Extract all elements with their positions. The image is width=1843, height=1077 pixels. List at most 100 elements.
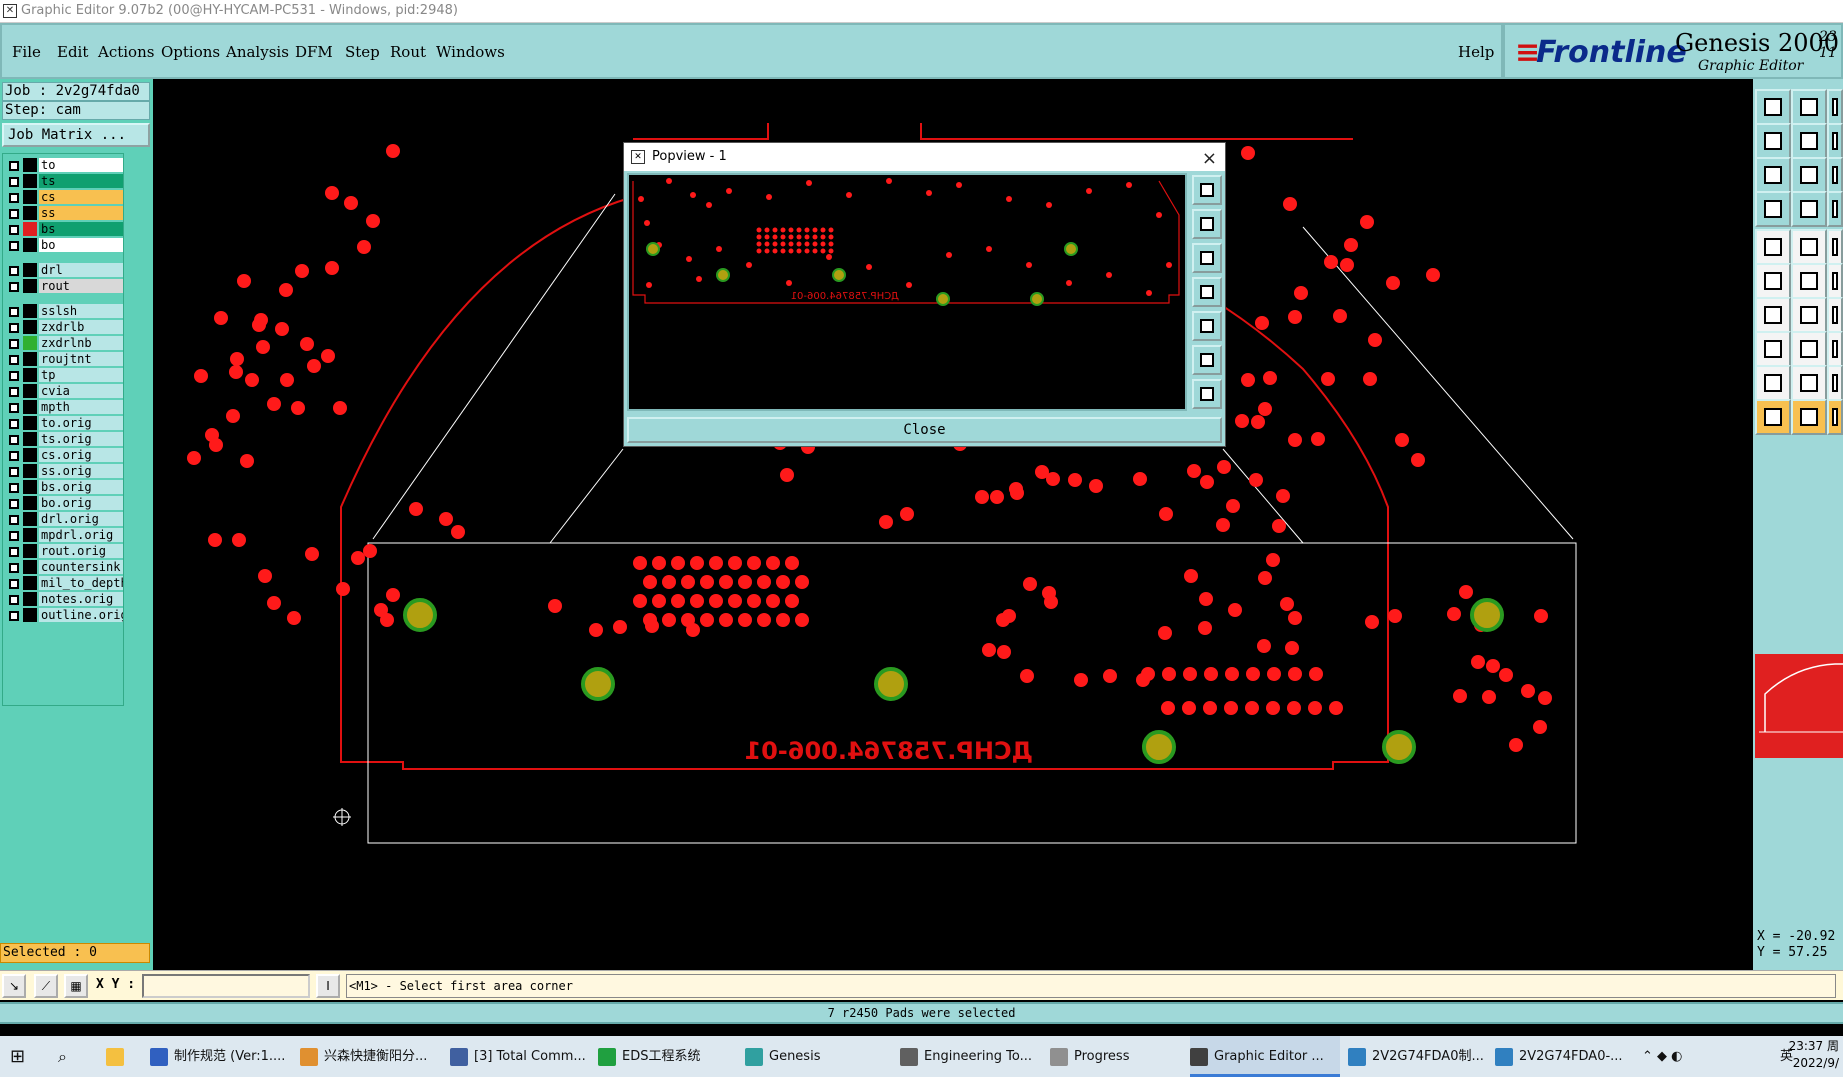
taskbar-item[interactable]: 2V2G74FDA0制... — [1348, 1036, 1488, 1077]
layer-row[interactable]: mil_to_depth — [3, 576, 124, 591]
overview-minimap[interactable] — [1755, 654, 1843, 758]
pan-right-button[interactable] — [1192, 311, 1222, 341]
snap-button-1[interactable] — [1791, 263, 1827, 299]
arc-tool-button[interactable] — [1755, 365, 1791, 401]
zoom-window-button[interactable] — [1192, 175, 1222, 205]
layer-checkbox[interactable] — [9, 241, 19, 251]
taskbar-item[interactable]: EDS工程系统 — [598, 1036, 738, 1077]
layer-checkbox[interactable] — [9, 435, 19, 445]
arc-tool-button-1[interactable] — [1791, 365, 1827, 401]
layer-row[interactable]: to — [3, 158, 124, 173]
select-arrow-button[interactable] — [1755, 399, 1791, 435]
feature-select-button-1[interactable] — [1791, 229, 1827, 265]
layer-row[interactable]: outline.orig — [3, 608, 124, 623]
zoom-area-button-2[interactable] — [1827, 123, 1843, 159]
taskbar-item[interactable]: [3] Total Comm... — [450, 1036, 588, 1077]
file-explorer-icon[interactable] — [106, 1036, 130, 1077]
zoom-area-button-1[interactable] — [1791, 123, 1827, 159]
layer-checkbox[interactable] — [9, 563, 19, 573]
layer-row[interactable]: bs.orig — [3, 480, 124, 495]
arc-tool-button-2[interactable] — [1827, 365, 1843, 401]
menu-actions[interactable]: Actions — [98, 43, 154, 61]
layer-row[interactable]: cs.orig — [3, 448, 124, 463]
layer-row[interactable]: zxdrlb — [3, 320, 124, 335]
layer-checkbox[interactable] — [9, 307, 19, 317]
line-tool-button[interactable] — [1755, 297, 1791, 333]
layer-checkbox[interactable] — [9, 611, 19, 621]
layer-row[interactable]: cvia — [3, 384, 124, 399]
info-icon[interactable]: I — [316, 974, 340, 998]
layer-checkbox[interactable] — [9, 451, 19, 461]
line-tool-button-1[interactable] — [1791, 297, 1827, 333]
layer-row[interactable]: ts — [3, 174, 124, 189]
layer-checkbox[interactable] — [9, 499, 19, 509]
layer-checkbox[interactable] — [9, 419, 19, 429]
layer-checkbox[interactable] — [9, 266, 19, 276]
measure-icon[interactable]: ⟋ — [34, 974, 58, 998]
menu-rout[interactable]: Rout — [390, 43, 426, 61]
snap-button-2[interactable] — [1827, 263, 1843, 299]
menu-options[interactable]: Options — [161, 43, 220, 61]
feature-select-button-2[interactable] — [1827, 229, 1843, 265]
pan-down-button[interactable] — [1192, 243, 1222, 273]
pan-button-2[interactable] — [1827, 191, 1843, 227]
clock[interactable]: 23:37 周 2022/9/ — [1789, 1038, 1839, 1072]
layer-row[interactable]: bs — [3, 222, 124, 237]
layer-checkbox[interactable] — [9, 177, 19, 187]
layer-checkbox[interactable] — [9, 515, 19, 525]
start-icon[interactable]: ⊞ — [10, 1036, 40, 1077]
layer-checkbox[interactable] — [9, 387, 19, 397]
layer-checkbox[interactable] — [9, 579, 19, 589]
zoom-home-button[interactable] — [1192, 379, 1222, 409]
select-arrow-button-2[interactable] — [1827, 399, 1843, 435]
select-arrow-button-1[interactable] — [1791, 399, 1827, 435]
taskbar-item[interactable]: Progress — [1050, 1036, 1182, 1077]
close-icon[interactable]: × — [1202, 145, 1217, 173]
layer-row[interactable]: drl.orig — [3, 512, 124, 527]
layer-checkbox[interactable] — [9, 483, 19, 493]
zoom-fit-button-2[interactable] — [1827, 157, 1843, 193]
popview-close-button[interactable]: Close — [627, 417, 1222, 443]
taskbar-item[interactable]: 制作规范 (Ver:1.... — [150, 1036, 290, 1077]
pan-button-1[interactable] — [1791, 191, 1827, 227]
menu-help[interactable]: Help — [1458, 43, 1494, 61]
layer-row[interactable]: ss.orig — [3, 464, 124, 479]
layer-row[interactable]: notes.orig — [3, 592, 124, 607]
layer-checkbox[interactable] — [9, 355, 19, 365]
zoom-fit-button[interactable] — [1192, 345, 1222, 375]
taskbar-item[interactable]: Genesis — [745, 1036, 893, 1077]
layer-checkbox[interactable] — [9, 467, 19, 477]
feature-select-button[interactable] — [1755, 229, 1791, 265]
edit-tool-button-2[interactable] — [1827, 331, 1843, 367]
layer-row[interactable]: tp — [3, 368, 124, 383]
layer-checkbox[interactable] — [9, 209, 19, 219]
taskbar-item[interactable]: 兴森快捷衡阳分... — [300, 1036, 440, 1077]
layer-checkbox[interactable] — [9, 161, 19, 171]
layer-checkbox[interactable] — [9, 595, 19, 605]
layer-checkbox[interactable] — [9, 225, 19, 235]
zoom-fit-button[interactable] — [1755, 157, 1791, 193]
layer-row[interactable]: mpdrl.orig — [3, 528, 124, 543]
snap-icon[interactable]: ↘ — [2, 974, 26, 998]
system-tray[interactable]: ⌃ ◆ ◐ ♪ ⌁ — [1642, 1036, 1682, 1077]
layer-row[interactable]: roujtnt — [3, 352, 124, 367]
popview-viewport[interactable]: ДСНР.758764.006-01 — [627, 173, 1187, 411]
search-icon[interactable]: ⌕ — [58, 1036, 82, 1077]
line-tool-button-2[interactable] — [1827, 297, 1843, 333]
zoom-in-button[interactable] — [1755, 89, 1791, 125]
taskbar-item[interactable]: Graphic Editor ... — [1190, 1036, 1340, 1077]
layer-row[interactable]: ss — [3, 206, 124, 221]
taskbar-item[interactable]: 2V2G74FDA0-... — [1495, 1036, 1635, 1077]
layer-checkbox[interactable] — [9, 403, 19, 413]
menu-dfm[interactable]: DFM — [295, 43, 333, 61]
pan-left-button[interactable] — [1192, 277, 1222, 307]
layer-checkbox[interactable] — [9, 531, 19, 541]
taskbar-item[interactable]: Engineering To... — [900, 1036, 1042, 1077]
snap-button[interactable] — [1755, 263, 1791, 299]
zoom-area-button[interactable] — [1755, 123, 1791, 159]
layer-checkbox[interactable] — [9, 339, 19, 349]
layer-checkbox[interactable] — [9, 323, 19, 333]
layer-row[interactable]: cs — [3, 190, 124, 205]
layer-row[interactable]: countersink — [3, 560, 124, 575]
layer-row[interactable]: ts.orig — [3, 432, 124, 447]
